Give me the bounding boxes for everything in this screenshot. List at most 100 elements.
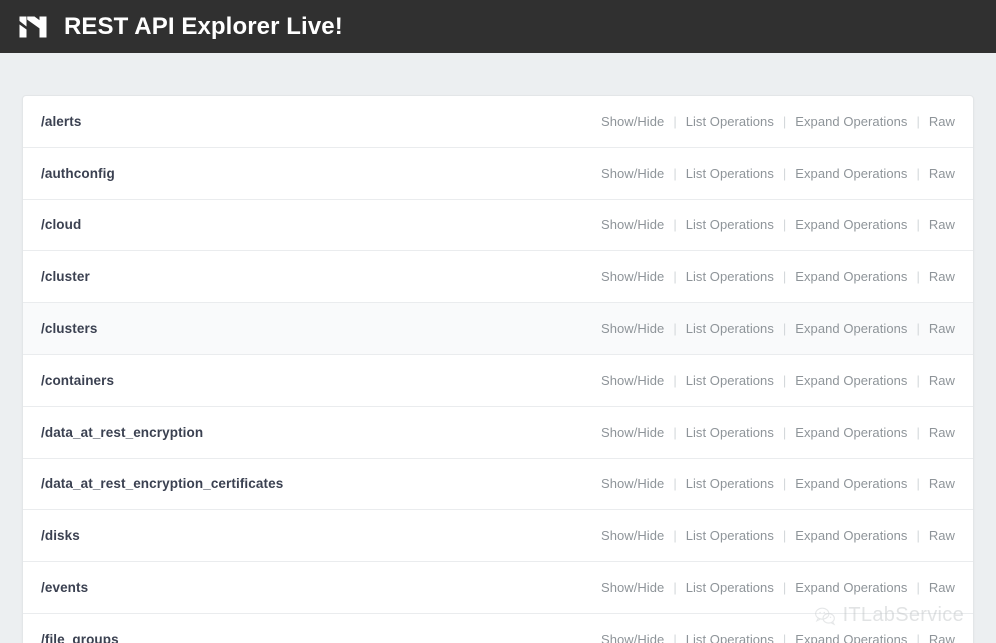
show-hide-link[interactable]: Show/Hide [601,425,664,440]
raw-link[interactable]: Raw [929,321,955,336]
action-separator: | [673,165,677,181]
list-operations-link[interactable]: List Operations [686,217,774,232]
expand-operations-link[interactable]: Expand Operations [795,476,907,491]
action-separator: | [916,580,920,596]
expand-operations-link[interactable]: Expand Operations [795,528,907,543]
row-actions: Show/Hide | List Operations | Expand Operati… [601,632,955,643]
action-separator: | [916,372,920,388]
row-actions: Show/Hide | List Operations | Expand Operati… [601,321,955,336]
list-operations-link[interactable]: List Operations [686,528,774,543]
expand-operations-link[interactable]: Expand Operations [795,632,907,643]
row-actions: Show/Hide | List Operations | Expand Operati… [601,580,955,595]
expand-operations-link[interactable]: Expand Operations [795,321,907,336]
show-hide-link[interactable]: Show/Hide [601,528,664,543]
show-hide-link[interactable]: Show/Hide [601,476,664,491]
show-hide-link[interactable]: Show/Hide [601,166,664,181]
action-separator: | [673,321,677,337]
resource-row[interactable]: /cluster Show/Hide | List Operations | Expand… [23,251,973,304]
resource-path-label: /cluster [41,269,90,285]
action-separator: | [916,165,920,181]
raw-link[interactable]: Raw [929,114,955,129]
raw-link[interactable]: Raw [929,476,955,491]
expand-operations-link[interactable]: Expand Operations [795,269,907,284]
row-actions: Show/Hide | List Operations | Expand Operati… [601,114,955,129]
resource-path-label: /data_at_rest_encryption_certificates [41,476,284,492]
resource-row[interactable]: /alerts Show/Hide | List Operations | Expand … [23,96,973,148]
action-separator: | [673,113,677,129]
action-separator: | [916,476,920,492]
show-hide-link[interactable]: Show/Hide [601,321,664,336]
show-hide-link[interactable]: Show/Hide [601,580,664,595]
expand-operations-link[interactable]: Expand Operations [795,580,907,595]
action-separator: | [782,476,787,492]
action-separator: | [673,528,677,544]
raw-link[interactable]: Raw [929,269,955,284]
action-separator: | [782,528,787,544]
resource-row[interactable]: /disks Show/Hide | List Operations | Expand O… [23,510,973,563]
resource-row[interactable]: /events Show/Hide | List Operations | Expand … [23,562,973,614]
action-separator: | [916,269,920,285]
resource-row[interactable]: /clusters Show/Hide | List Operations | Expan… [23,303,973,355]
action-separator: | [673,269,677,285]
action-separator: | [782,631,787,643]
show-hide-link[interactable]: Show/Hide [601,114,664,129]
action-separator: | [916,631,920,643]
expand-operations-link[interactable]: Expand Operations [795,217,907,232]
row-actions: Show/Hide | List Operations | Expand Operati… [601,217,955,232]
resource-path-label: /alerts [41,113,82,129]
resource-path-label: /file_groups [41,631,119,643]
action-separator: | [782,165,787,181]
action-separator: | [916,321,920,337]
expand-operations-link[interactable]: Expand Operations [795,373,907,388]
resource-path-label: /authconfig [41,165,115,181]
expand-operations-link[interactable]: Expand Operations [795,166,907,181]
action-separator: | [673,372,677,388]
resource-path-label: /disks [41,528,80,544]
list-operations-link[interactable]: List Operations [686,114,774,129]
resource-row[interactable]: /containers Show/Hide | List Operations | Exp… [23,355,973,407]
list-operations-link[interactable]: List Operations [686,476,774,491]
raw-link[interactable]: Raw [929,528,955,543]
resource-row[interactable]: /cloud Show/Hide | List Operations | Expand O… [23,200,973,252]
raw-link[interactable]: Raw [929,373,955,388]
raw-link[interactable]: Raw [929,580,955,595]
resource-path-label: /data_at_rest_encryption [41,424,204,440]
list-operations-link[interactable]: List Operations [686,632,774,643]
action-separator: | [782,580,787,596]
row-actions: Show/Hide | List Operations | Expand Operati… [601,476,955,491]
expand-operations-link[interactable]: Expand Operations [795,425,907,440]
action-separator: | [673,580,677,596]
resource-row[interactable]: /authconfig Show/Hide | List Operations | Exp… [23,148,973,200]
raw-link[interactable]: Raw [929,425,955,440]
action-separator: | [782,113,787,129]
action-separator: | [916,113,920,129]
raw-link[interactable]: Raw [929,166,955,181]
resource-row[interactable]: /data_at_rest_encryption Show/Hide | List O… [23,407,973,459]
show-hide-link[interactable]: Show/Hide [601,269,664,284]
action-separator: | [673,424,677,440]
expand-operations-link[interactable]: Expand Operations [795,114,907,129]
action-separator: | [782,424,787,440]
row-actions: Show/Hide | List Operations | Expand Operati… [601,166,955,181]
action-separator: | [673,217,677,233]
raw-link[interactable]: Raw [929,217,955,232]
action-separator: | [782,321,787,337]
show-hide-link[interactable]: Show/Hide [601,632,664,643]
list-operations-link[interactable]: List Operations [686,425,774,440]
list-operations-link[interactable]: List Operations [686,321,774,336]
resource-path-label: /clusters [41,321,98,337]
list-operations-link[interactable]: List Operations [686,580,774,595]
action-separator: | [673,631,677,643]
raw-link[interactable]: Raw [929,632,955,643]
list-operations-link[interactable]: List Operations [686,269,774,284]
list-operations-link[interactable]: List Operations [686,373,774,388]
list-operations-link[interactable]: List Operations [686,166,774,181]
resource-path-label: /events [41,580,89,596]
row-actions: Show/Hide | List Operations | Expand Operati… [601,425,955,440]
resource-row[interactable]: /data_at_rest_encryption_certificates Sho… [23,459,973,511]
resource-row[interactable]: /file_groups Show/Hide | List Operations | Ex… [23,614,973,643]
row-actions: Show/Hide | List Operations | Expand Operati… [601,269,955,284]
show-hide-link[interactable]: Show/Hide [601,373,664,388]
show-hide-link[interactable]: Show/Hide [601,217,664,232]
action-separator: | [916,528,920,544]
